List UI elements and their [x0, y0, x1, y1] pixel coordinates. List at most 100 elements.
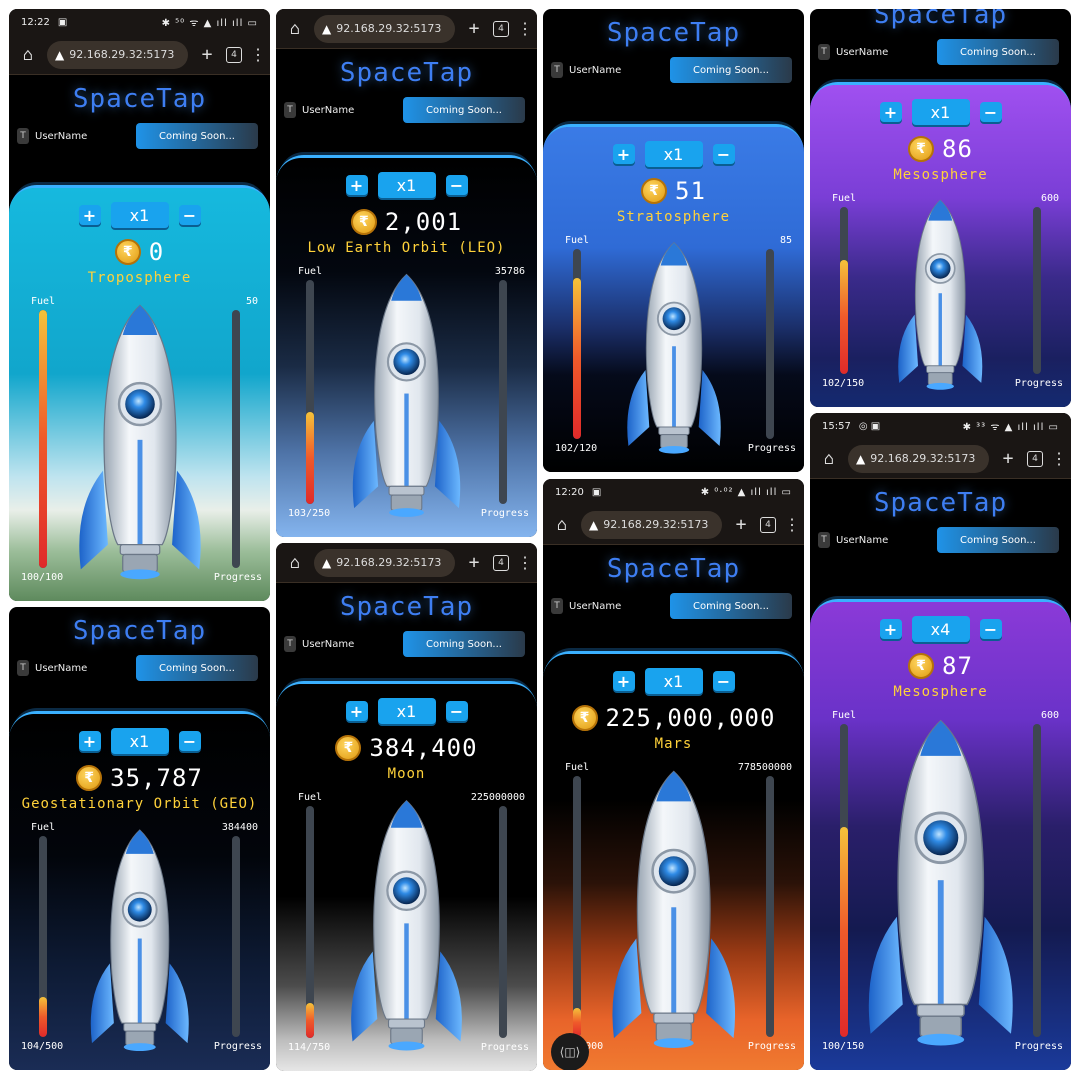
multiplier-value: x1 [644, 141, 703, 167]
telegram-avatar-icon: T [551, 598, 563, 614]
decrease-multiplier-button[interactable]: − [445, 175, 468, 195]
fuel-value: 102/120 [555, 443, 598, 454]
decrease-multiplier-button[interactable]: − [979, 619, 1002, 639]
rocket-tap-target[interactable] [617, 237, 731, 465]
url-field[interactable]: ▲ 92.168.29.32:5173 [848, 444, 989, 473]
home-icon[interactable]: ⌂ [17, 45, 39, 65]
increase-multiplier-button[interactable]: + [612, 671, 635, 691]
more-menu-icon[interactable]: ⋮ [517, 19, 533, 38]
home-icon[interactable]: ⌂ [818, 449, 840, 469]
browser-address-bar: ⌂ ▲ 92.168.29.32:5173 +4 ⋮ [9, 35, 270, 75]
increase-multiplier-button[interactable]: + [612, 144, 635, 164]
user-info: T UserName [818, 532, 888, 548]
home-icon[interactable]: ⌂ [284, 19, 306, 39]
user-row: T UserName Coming Soon... [543, 54, 804, 86]
coming-soon-button[interactable]: Coming Soon... [136, 123, 258, 149]
decrease-multiplier-button[interactable]: − [712, 144, 735, 164]
increase-multiplier-button[interactable]: + [78, 205, 101, 225]
coming-soon-button[interactable]: Coming Soon... [136, 655, 258, 681]
coin-count: 51 [675, 177, 706, 205]
new-tab-icon[interactable]: + [730, 514, 752, 535]
coming-soon-button[interactable]: Coming Soon... [403, 97, 525, 123]
browser-address-bar: ⌂ ▲ 92.168.29.32:5173 +4 ⋮ [543, 505, 804, 545]
increase-multiplier-button[interactable]: + [345, 175, 368, 195]
url-field[interactable]: ▲ 92.168.29.32:5173 [314, 548, 455, 577]
rocket-image [898, 199, 983, 390]
collage: 12:22 ▣ ✱ ⁵⁰ ᯤ ▲ ıll ıll ▭ ⌂ ▲ 92.168.29.32:5… [0, 0, 1080, 1080]
increase-multiplier-button[interactable]: + [345, 701, 368, 721]
more-menu-icon[interactable]: ⋮ [250, 45, 266, 64]
decrease-multiplier-button[interactable]: − [445, 701, 468, 721]
more-menu-icon[interactable]: ⋮ [1051, 449, 1067, 468]
progress-bar [499, 280, 507, 504]
fuel-bar-fill [39, 996, 47, 1037]
url-field[interactable]: ▲ 92.168.29.32:5173 [581, 510, 722, 539]
rocket-tap-target[interactable] [853, 712, 1029, 1063]
status-bar: 15:57 ◎ ▣ ✱ ³³ ᯤ ▲ ıll ıll ▭ [810, 413, 1071, 439]
username-label: UserName [836, 46, 889, 58]
rocket-tap-target[interactable] [339, 794, 474, 1064]
decrease-multiplier-button[interactable]: − [979, 102, 1002, 122]
tab-count-button[interactable]: 4 [226, 46, 242, 63]
home-icon[interactable]: ⌂ [284, 553, 306, 573]
game-area: + x1− ₹2,001 Low Earth Orbit (LEO) Fuel 103/2… [276, 155, 537, 537]
coming-soon-button[interactable]: Coming Soon... [403, 631, 525, 657]
browser-address-bar: ⌂ ▲ 92.168.29.32:5173 +4 ⋮ [276, 543, 537, 583]
tab-count-button[interactable]: 4 [493, 20, 509, 37]
new-tab-icon[interactable]: + [463, 18, 485, 39]
rocket-tap-target[interactable] [80, 824, 200, 1063]
location-name: Troposphere [87, 270, 192, 286]
url-field[interactable]: ▲ 92.168.29.32:5173 [47, 40, 188, 69]
multiplier-value: x1 [110, 202, 169, 228]
rocket-tap-target[interactable] [66, 298, 214, 594]
progress-max: 384400 [221, 822, 258, 833]
rocket-tap-target[interactable] [341, 268, 472, 530]
screen-rotate-button[interactable]: ⟨◫⟩ [551, 1033, 589, 1070]
more-menu-icon[interactable]: ⋮ [784, 515, 800, 534]
progress-label: Progress [747, 443, 796, 454]
new-tab-icon[interactable]: + [997, 448, 1019, 469]
status-left: 15:57 ◎ ▣ [822, 421, 880, 432]
telegram-avatar-icon: T [551, 62, 563, 78]
app-title: SpaceTap [339, 58, 474, 88]
tab-count-button[interactable]: 4 [1027, 450, 1043, 467]
new-tab-icon[interactable]: + [463, 552, 485, 573]
rocket-tap-target[interactable] [599, 764, 749, 1063]
decrease-multiplier-button[interactable]: − [178, 731, 201, 751]
rocket-tap-target[interactable] [889, 195, 992, 400]
app-title: SpaceTap [339, 592, 474, 622]
telegram-avatar-icon: T [17, 128, 29, 144]
status-bar: 12:20 ▣ ✱ ⁰·⁰² ▲ ıll ıll ▭ [543, 479, 804, 505]
coming-soon-button[interactable]: Coming Soon... [670, 593, 792, 619]
increase-multiplier-button[interactable]: + [879, 102, 902, 122]
coming-soon-button[interactable]: Coming Soon... [670, 57, 792, 83]
coin-count: 35,787 [110, 764, 203, 792]
tab-count-button[interactable]: 4 [493, 554, 509, 571]
warning-icon: ▲ [322, 21, 332, 36]
coming-soon-button[interactable]: Coming Soon... [937, 527, 1059, 553]
increase-multiplier-button[interactable]: + [879, 619, 902, 639]
coin-balance: ₹384,400 [276, 734, 537, 762]
increase-multiplier-button[interactable]: + [78, 731, 101, 751]
status-left: 12:20 ▣ [555, 487, 601, 498]
app-title: SpaceTap [606, 554, 741, 584]
url-field[interactable]: ▲ 92.168.29.32:5173 [314, 14, 455, 43]
multiplier-value: x1 [911, 99, 970, 125]
new-tab-icon[interactable]: + [196, 44, 218, 65]
coming-soon-button[interactable]: Coming Soon... [937, 39, 1059, 65]
more-menu-icon[interactable]: ⋮ [517, 553, 533, 572]
progress-max: 85 [779, 235, 792, 246]
user-row: T UserName Coming Soon... [276, 628, 537, 660]
rocket-image [78, 304, 201, 580]
progress-max: 50 [245, 296, 258, 307]
fuel-label: Fuel [565, 762, 590, 773]
warning-icon: ▲ [856, 451, 866, 466]
fuel-bar-fill [840, 260, 848, 374]
telegram-avatar-icon: T [284, 102, 296, 118]
user-info: T UserName [551, 62, 621, 78]
decrease-multiplier-button[interactable]: − [178, 205, 201, 225]
decrease-multiplier-button[interactable]: − [712, 671, 735, 691]
tab-count-button[interactable]: 4 [760, 516, 776, 533]
fuel-label: Fuel [31, 822, 56, 833]
home-icon[interactable]: ⌂ [551, 515, 573, 535]
